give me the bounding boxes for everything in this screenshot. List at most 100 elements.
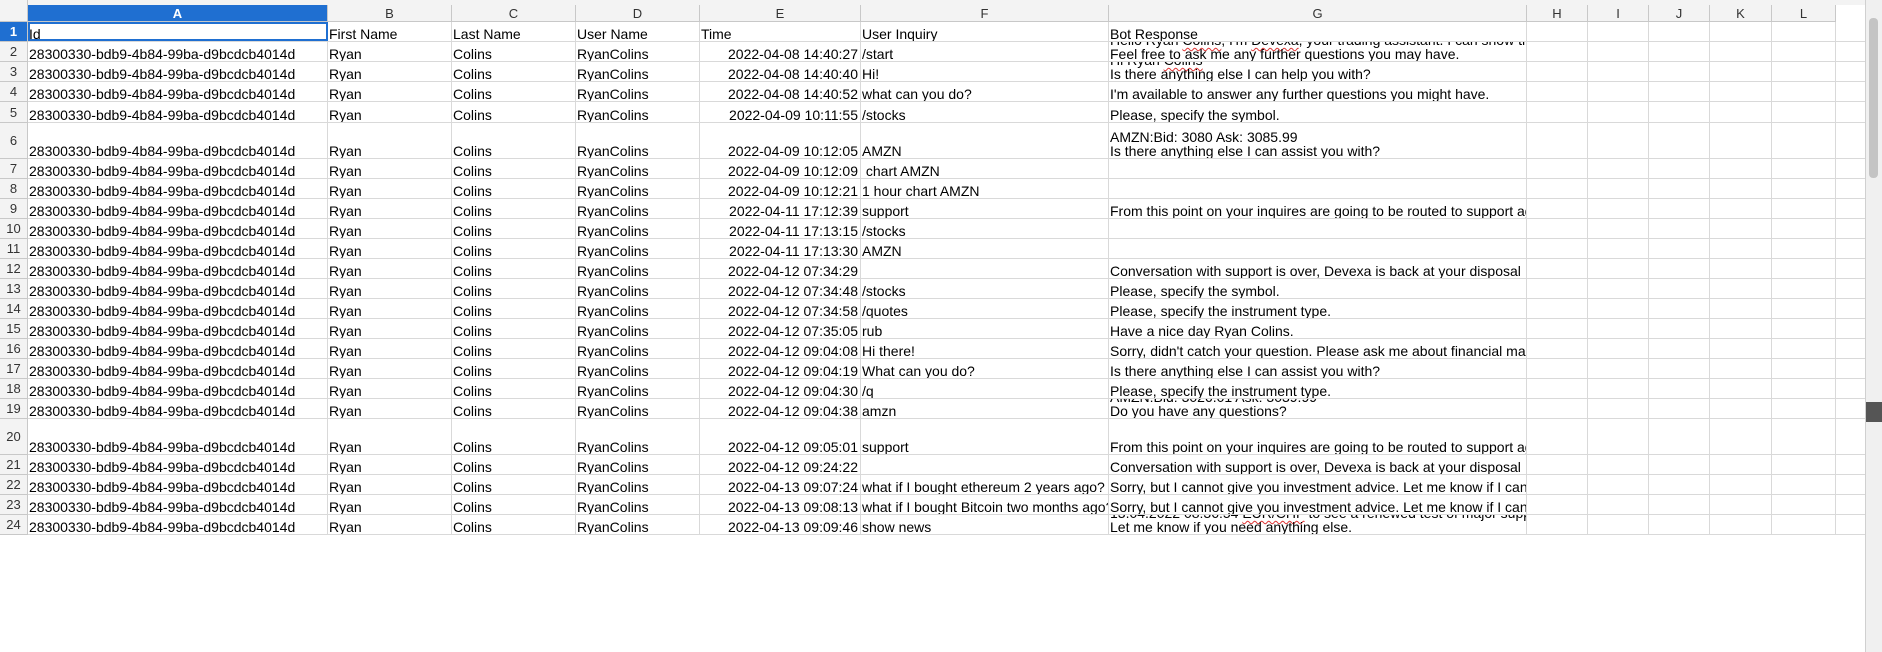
cell-first-name[interactable]: Ryan bbox=[328, 319, 452, 338]
row-header[interactable]: 17 bbox=[0, 359, 28, 379]
cell-time[interactable]: 2022-04-12 07:35:05 bbox=[700, 319, 861, 338]
cell-user-name[interactable]: RyanColins bbox=[576, 419, 700, 454]
cell-last-name[interactable]: Colins bbox=[452, 475, 576, 494]
cell-id[interactable]: 28300330-bdb9-4b84-99ba-d9bcdcb4014d bbox=[28, 399, 328, 418]
cell-last-name[interactable]: Colins bbox=[452, 123, 576, 158]
empty-cell[interactable] bbox=[1772, 299, 1836, 318]
empty-cell[interactable] bbox=[1527, 299, 1588, 318]
cell-bot-response[interactable] bbox=[1109, 179, 1527, 198]
cell-time[interactable]: 2022-04-13 09:09:46 bbox=[700, 515, 861, 534]
row-header[interactable]: 2 bbox=[0, 42, 28, 62]
cell-user-name[interactable]: RyanColins bbox=[576, 82, 700, 101]
row-header[interactable]: 19 bbox=[0, 399, 28, 419]
cell-user-name[interactable]: RyanColins bbox=[576, 219, 700, 238]
empty-cell[interactable] bbox=[1588, 379, 1649, 398]
cell-bot-response[interactable]: I'm available to answer any further ques… bbox=[1109, 82, 1527, 101]
select-all-corner[interactable] bbox=[0, 0, 28, 22]
cell-time[interactable]: 2022-04-08 14:40:40 bbox=[700, 62, 861, 81]
cell-user-inquiry[interactable] bbox=[861, 455, 1109, 474]
empty-cell[interactable] bbox=[1772, 475, 1836, 494]
empty-cell[interactable] bbox=[1649, 239, 1710, 258]
column-header-j[interactable]: J bbox=[1649, 5, 1710, 22]
empty-cell[interactable] bbox=[1588, 102, 1649, 122]
cell-id[interactable]: 28300330-bdb9-4b84-99ba-d9bcdcb4014d bbox=[28, 495, 328, 514]
empty-cell[interactable] bbox=[1649, 319, 1710, 338]
spreadsheet-grid[interactable]: ABCDEFGHIJKL 1 Id First Name Last Name User … bbox=[0, 0, 1866, 652]
empty-cell[interactable] bbox=[1710, 419, 1772, 454]
cell-time[interactable]: 2022-04-11 17:13:15 bbox=[700, 219, 861, 238]
cell-last-name[interactable]: Colins bbox=[452, 219, 576, 238]
cell-time[interactable]: 2022-04-12 09:05:01 bbox=[700, 419, 861, 454]
cell-last-name[interactable]: Colins bbox=[452, 495, 576, 514]
cell-first-name[interactable]: Ryan bbox=[328, 475, 452, 494]
cell-user-name[interactable]: RyanColins bbox=[576, 123, 700, 158]
cell-user-name[interactable]: RyanColins bbox=[576, 359, 700, 378]
cell-user-inquiry[interactable]: what if I bought ethereum 2 years ago? bbox=[861, 475, 1109, 494]
column-header-e[interactable]: E bbox=[700, 5, 861, 22]
empty-cell[interactable] bbox=[1649, 179, 1710, 198]
cell-first-name[interactable]: Ryan bbox=[328, 199, 452, 218]
cell-user-name[interactable]: RyanColins bbox=[576, 102, 700, 122]
empty-cell[interactable] bbox=[1527, 199, 1588, 218]
row-header[interactable]: 1 bbox=[0, 22, 28, 42]
cell-user-inquiry[interactable]: 1 hour chart AMZN bbox=[861, 179, 1109, 198]
empty-cell[interactable] bbox=[1649, 455, 1710, 474]
row-header[interactable]: 7 bbox=[0, 159, 28, 179]
empty-cell[interactable] bbox=[1649, 475, 1710, 494]
cell-first-name[interactable]: Ryan bbox=[328, 455, 452, 474]
empty-cell[interactable] bbox=[1772, 339, 1836, 358]
empty-cell[interactable] bbox=[1588, 515, 1649, 534]
row-header[interactable]: 9 bbox=[0, 199, 28, 219]
empty-cell[interactable] bbox=[1649, 82, 1710, 101]
empty-cell[interactable] bbox=[1710, 123, 1772, 158]
cell-user-name[interactable]: RyanColins bbox=[576, 455, 700, 474]
header-cell-user-name[interactable]: User Name bbox=[576, 22, 700, 41]
cell-time[interactable]: 2022-04-09 10:12:21 bbox=[700, 179, 861, 198]
cell-user-name[interactable]: RyanColins bbox=[576, 515, 700, 534]
cell-bot-response[interactable]: Please, specify the instrument type. bbox=[1109, 379, 1527, 398]
empty-cell[interactable] bbox=[1588, 475, 1649, 494]
empty-cell[interactable] bbox=[1772, 399, 1836, 418]
empty-cell[interactable] bbox=[1710, 279, 1772, 298]
header-cell-bot-response[interactable]: Bot Response bbox=[1109, 22, 1527, 41]
empty-cell[interactable] bbox=[1772, 239, 1836, 258]
empty-cell[interactable] bbox=[1710, 319, 1772, 338]
empty-cell[interactable] bbox=[1710, 62, 1772, 81]
cell-time[interactable]: 2022-04-12 07:34:58 bbox=[700, 299, 861, 318]
cell-last-name[interactable]: Colins bbox=[452, 82, 576, 101]
cell-last-name[interactable]: Colins bbox=[452, 179, 576, 198]
cell-last-name[interactable]: Colins bbox=[452, 239, 576, 258]
empty-cell[interactable] bbox=[1649, 259, 1710, 278]
cell-user-name[interactable]: RyanColins bbox=[576, 259, 700, 278]
cell-user-name[interactable]: RyanColins bbox=[576, 279, 700, 298]
empty-cell[interactable] bbox=[1772, 123, 1836, 158]
empty-cell[interactable] bbox=[1588, 279, 1649, 298]
empty-cell[interactable] bbox=[1772, 455, 1836, 474]
empty-cell[interactable] bbox=[1710, 475, 1772, 494]
empty-cell[interactable] bbox=[1649, 199, 1710, 218]
empty-cell[interactable] bbox=[1772, 179, 1836, 198]
empty-cell[interactable] bbox=[1710, 179, 1772, 198]
empty-cell[interactable] bbox=[1527, 239, 1588, 258]
cell-bot-response[interactable]: Conversation with support is over, Devex… bbox=[1109, 259, 1527, 278]
empty-cell[interactable] bbox=[1527, 259, 1588, 278]
cell-last-name[interactable]: Colins bbox=[452, 259, 576, 278]
column-header-k[interactable]: K bbox=[1710, 5, 1772, 22]
cell-first-name[interactable]: Ryan bbox=[328, 239, 452, 258]
cell-user-name[interactable]: RyanColins bbox=[576, 299, 700, 318]
empty-cell[interactable] bbox=[1710, 359, 1772, 378]
empty-cell[interactable] bbox=[1527, 123, 1588, 158]
cell-user-inquiry[interactable]: amzn bbox=[861, 399, 1109, 418]
cell-last-name[interactable]: Colins bbox=[452, 159, 576, 178]
empty-cell[interactable] bbox=[1649, 515, 1710, 534]
empty-cell[interactable] bbox=[1588, 82, 1649, 101]
cell-first-name[interactable]: Ryan bbox=[328, 515, 452, 534]
cell-id[interactable]: 28300330-bdb9-4b84-99ba-d9bcdcb4014d bbox=[28, 339, 328, 358]
empty-cell[interactable] bbox=[1588, 123, 1649, 158]
empty-cell[interactable] bbox=[1710, 339, 1772, 358]
cell-id[interactable]: 28300330-bdb9-4b84-99ba-d9bcdcb4014d bbox=[28, 299, 328, 318]
empty-cell[interactable] bbox=[1527, 359, 1588, 378]
empty-cell[interactable] bbox=[1588, 299, 1649, 318]
scrollbar-thumb[interactable] bbox=[1869, 18, 1878, 178]
column-header-i[interactable]: I bbox=[1588, 5, 1649, 22]
